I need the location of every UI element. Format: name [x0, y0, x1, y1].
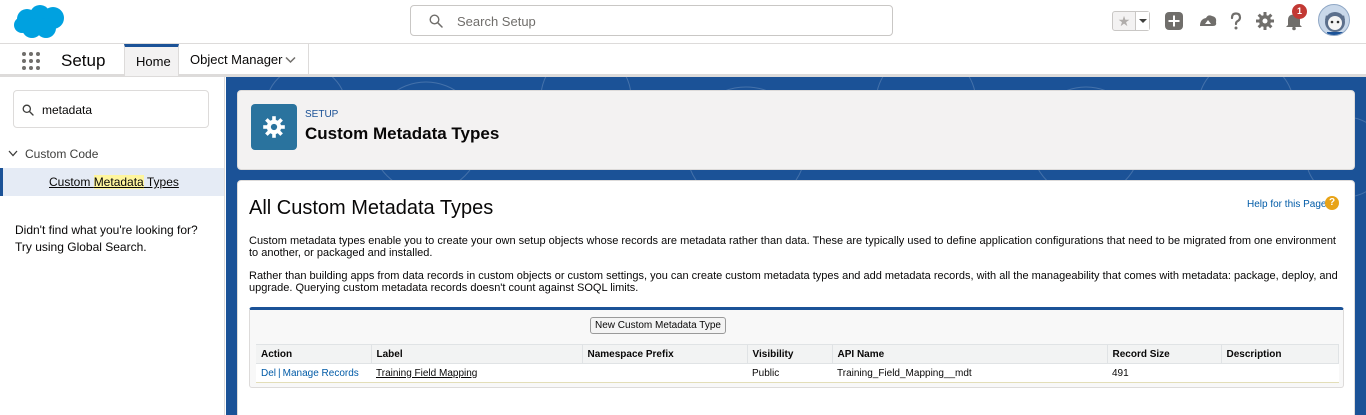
global-search-input[interactable] [457, 11, 877, 31]
record-size-cell: 491 [1107, 363, 1221, 383]
trailhead-icon[interactable] [1198, 11, 1218, 31]
label-cell: Training Field Mapping [371, 363, 582, 383]
main-content-area: SETUP Custom Metadata Types All Custom M… [226, 77, 1366, 415]
metadata-types-table: Action Label Namespace Prefix Visibility… [256, 344, 1339, 383]
help-question-icon[interactable]: ? [1325, 196, 1339, 210]
help-icon[interactable] [1226, 11, 1246, 31]
page-title: Custom Metadata Types [305, 124, 500, 143]
namespace-cell [582, 363, 747, 383]
star-icon[interactable]: ★ [1114, 13, 1134, 29]
delete-link[interactable]: Del [261, 368, 276, 379]
manage-records-link[interactable]: Manage Records [283, 368, 359, 379]
global-header: ★ 1 [0, 0, 1366, 44]
quick-find-input[interactable] [42, 101, 202, 119]
content-title: All Custom Metadata Types [249, 197, 494, 219]
custom-metadata-types-link[interactable]: Custom Metadata Types [49, 175, 179, 189]
new-custom-metadata-type-button[interactable]: New Custom Metadata Type [590, 317, 726, 334]
tab-object-manager-label: Object Manager [190, 52, 283, 67]
page-eyebrow: SETUP [305, 109, 339, 120]
column-header-description: Description [1221, 344, 1339, 364]
help-line-2: Try using Global Search. [15, 240, 147, 254]
gear-icon[interactable] [1255, 11, 1275, 31]
tree-item-label: Custom Code [25, 147, 99, 161]
action-separator: | [278, 367, 281, 379]
action-cell: Del | Manage Records [256, 363, 371, 383]
tree-item-custom-code[interactable]: Custom Code [8, 147, 98, 161]
quick-find-box[interactable] [13, 90, 209, 128]
gear-icon [263, 116, 285, 138]
global-search-box[interactable] [410, 5, 893, 36]
type-label-link[interactable]: Training Field Mapping [376, 368, 477, 379]
page-header: SETUP Custom Metadata Types [237, 90, 1355, 170]
astro-avatar-icon [1325, 12, 1345, 35]
description-cell [1221, 363, 1339, 383]
tab-object-manager[interactable]: Object Manager [179, 44, 309, 76]
content-panel: All Custom Metadata Types Help for this … [237, 180, 1355, 415]
column-header-action: Action [256, 344, 372, 364]
app-name: Setup [61, 51, 106, 70]
description-paragraph-2: Rather than building apps from data reco… [249, 270, 1338, 294]
user-avatar[interactable] [1318, 4, 1350, 36]
visibility-cell: Public [747, 363, 832, 383]
setup-sidebar: Custom Code Custom Metadata Types Didn't… [0, 77, 225, 415]
favorites-group: ★ [1112, 11, 1150, 31]
link-text-part: Types [143, 175, 179, 189]
setup-gear-icon [251, 104, 297, 150]
column-header-record-size: Record Size [1107, 344, 1222, 364]
link-text-part: Custom [49, 175, 94, 189]
plus-icon[interactable] [1164, 11, 1184, 31]
table-row: Del | Manage Records Training Field Mappin… [256, 363, 1339, 383]
chevron-down-icon[interactable] [285, 56, 296, 64]
not-found-help-text: Didn't find what you're looking for? Try… [15, 222, 215, 256]
search-icon [429, 14, 443, 28]
api-name-cell: Training_Field_Mapping__mdt [832, 363, 1107, 383]
tab-home[interactable]: Home [124, 44, 179, 76]
help-line-1: Didn't find what you're looking for? [15, 223, 198, 237]
column-header-api-name: API Name [832, 344, 1108, 364]
favorites-dropdown-button[interactable] [1135, 12, 1149, 30]
salesforce-logo[interactable] [13, 4, 67, 40]
column-header-namespace-prefix: Namespace Prefix [582, 344, 748, 364]
chevron-down-icon [8, 150, 18, 157]
search-match-highlight: Metadata [93, 175, 144, 189]
column-header-label: Label [371, 344, 583, 364]
column-header-visibility: Visibility [747, 344, 833, 364]
app-launcher-icon[interactable] [22, 52, 40, 70]
tree-item-custom-metadata-types[interactable]: Custom Metadata Types [0, 168, 224, 196]
search-icon [22, 104, 34, 116]
help-for-this-page-link[interactable]: Help for this Page [1247, 199, 1327, 210]
notification-badge: 1 [1292, 4, 1307, 19]
table-header-row: Action Label Namespace Prefix Visibility… [256, 344, 1339, 364]
chevron-down-icon [1139, 19, 1147, 23]
description-paragraph-1: Custom metadata types enable you to crea… [249, 235, 1336, 259]
metadata-types-list: New Custom Metadata Type Action Label Na… [249, 307, 1344, 388]
